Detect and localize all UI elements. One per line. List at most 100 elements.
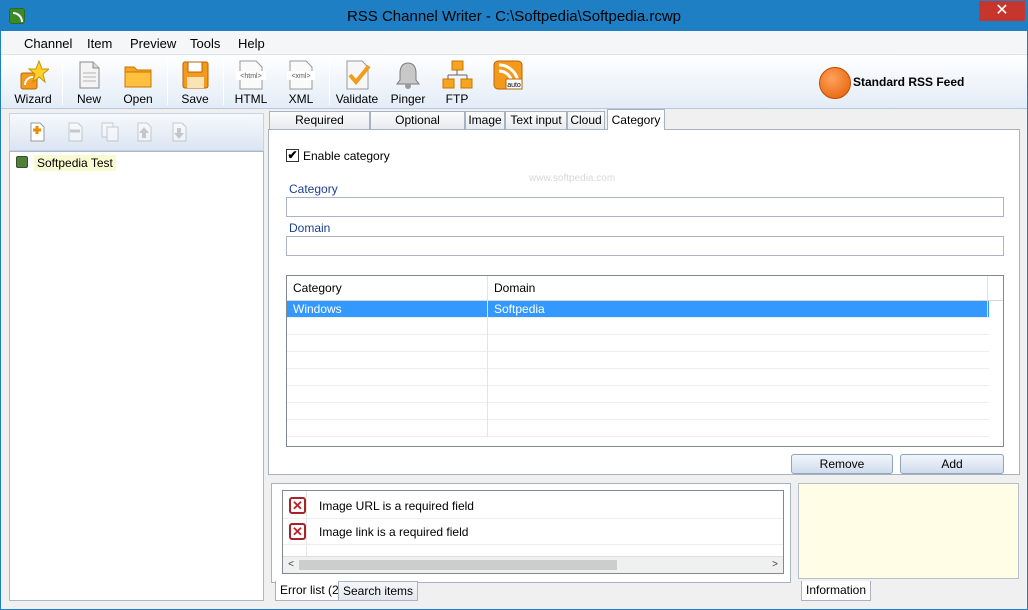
tab-cloud[interactable]: Cloud — [567, 111, 605, 130]
menu-channel[interactable]: Channel — [24, 36, 72, 51]
menu-item[interactable]: Item — [87, 36, 112, 51]
category-field-label: Category — [289, 182, 338, 196]
toolbar-separator — [167, 59, 168, 105]
wizard-label: Wizard — [14, 92, 52, 106]
empty-row — [287, 352, 989, 369]
html-icon: <html> — [236, 60, 266, 90]
empty-row — [287, 386, 989, 403]
channel-tree: Softpedia Test — [9, 151, 264, 601]
open-button[interactable]: Open — [115, 57, 161, 107]
list-item[interactable]: ✕ Image link is a required field — [283, 519, 783, 545]
copy-item-icon[interactable] — [100, 121, 120, 143]
wizard-button[interactable]: Wizard — [9, 57, 57, 107]
remove-button[interactable]: Remove — [791, 454, 893, 474]
menu-help[interactable]: Help — [238, 36, 265, 51]
remove-item-icon[interactable] — [65, 121, 85, 143]
tab-category[interactable]: Category — [607, 109, 665, 130]
tab-search-items[interactable]: Search items — [338, 581, 419, 601]
error-list-pane: ✕ Image URL is a required field ✕ Image … — [271, 483, 791, 583]
title-bar: RSS Channel Writer - C:\Softpedia\Softpe… — [1, 1, 1027, 31]
tree-item-label: Softpedia Test — [34, 155, 116, 171]
tab-information[interactable]: Information — [801, 581, 872, 601]
column-header-domain[interactable]: Domain — [488, 276, 988, 301]
save-button[interactable]: Save — [172, 57, 218, 107]
new-label: New — [76, 92, 101, 106]
tab-required-elements[interactable]: Required elements — [269, 111, 370, 144]
enable-category-label: Enable category — [303, 149, 390, 163]
scroll-right-icon[interactable]: > — [768, 558, 782, 572]
empty-row — [287, 420, 989, 437]
xml-label: XML — [288, 92, 314, 106]
grid-header: Category Domain — [287, 276, 1003, 301]
auto-text: auto — [507, 82, 521, 89]
auto-feed-icon: auto — [493, 60, 523, 90]
move-down-icon[interactable] — [169, 121, 189, 143]
category-panel: ✔ Enable category www.softpedia.com Cate… — [268, 129, 1020, 475]
close-button[interactable]: ✕ — [979, 1, 1025, 21]
pinger-button[interactable]: Pinger — [385, 57, 431, 107]
ftp-button[interactable]: FTP — [435, 57, 479, 107]
category-cell: Windows — [287, 301, 488, 318]
ftp-network-icon — [442, 60, 473, 89]
toolbar-separator — [223, 59, 224, 105]
add-button[interactable]: Add — [900, 454, 1004, 474]
tab-optional-elements[interactable]: Optional elements — [370, 111, 465, 144]
html-label: HTML — [234, 92, 268, 106]
empty-row — [287, 369, 989, 386]
empty-row — [287, 335, 989, 352]
tree-toolbar — [9, 113, 264, 151]
menu-tools[interactable]: Tools — [190, 36, 220, 51]
save-label: Save — [181, 92, 209, 106]
list-item[interactable]: ✕ Image URL is a required field — [283, 493, 783, 519]
open-label: Open — [123, 92, 153, 106]
tab-error-list[interactable]: Error list (2) — [275, 581, 348, 601]
app-window: RSS Channel Writer - C:\Softpedia\Softpe… — [0, 0, 1028, 610]
scroll-left-icon[interactable]: < — [284, 558, 298, 572]
svg-text:<html>: <html> — [240, 73, 261, 80]
empty-row — [287, 403, 989, 420]
open-folder-icon — [124, 66, 152, 88]
table-row[interactable]: Windows Softpedia — [287, 301, 989, 318]
information-pane — [798, 483, 1019, 579]
tab-text-input[interactable]: Text input — [505, 111, 567, 130]
category-field[interactable] — [286, 197, 1004, 217]
new-document-icon — [79, 61, 100, 89]
column-header-category[interactable]: Category — [287, 276, 488, 301]
html-button[interactable]: <html> HTML — [228, 57, 274, 107]
svg-text:<xml>: <xml> — [291, 73, 310, 80]
category-grid: Category Domain Windows Softpedia — [286, 275, 1004, 447]
watermark-text: www.softpedia.com — [529, 173, 616, 184]
error-icon: ✕ — [289, 497, 306, 514]
error-text: Image URL is a required field — [319, 499, 474, 513]
add-item-icon[interactable] — [27, 121, 47, 143]
domain-field-label: Domain — [289, 221, 331, 235]
validate-button[interactable]: Validate — [333, 57, 381, 107]
domain-field[interactable] — [286, 236, 1004, 256]
horizontal-scrollbar[interactable]: < > — [283, 556, 783, 573]
tab-image[interactable]: Image — [465, 111, 505, 130]
rss-feed-icon — [819, 67, 851, 99]
enable-category-checkbox[interactable]: ✔ — [286, 149, 299, 162]
error-list: ✕ Image URL is a required field ✕ Image … — [282, 490, 784, 574]
toolbar-separator — [329, 59, 330, 105]
channel-icon — [16, 156, 28, 168]
xml-button[interactable]: <xml> XML — [278, 57, 324, 107]
error-icon: ✕ — [289, 523, 306, 540]
empty-row — [287, 318, 989, 335]
wizard-star-icon — [20, 59, 49, 90]
xml-icon: <xml> — [287, 60, 315, 90]
ftp-label: FTP — [445, 92, 469, 106]
pinger-label: Pinger — [390, 92, 426, 106]
error-text: Image link is a required field — [319, 525, 469, 539]
new-button[interactable]: New — [67, 57, 111, 107]
scrollbar-thumb[interactable] — [299, 560, 617, 570]
feed-type-label: Standard RSS Feed — [853, 75, 965, 89]
toolbar-separator — [62, 59, 63, 105]
domain-cell: Softpedia — [488, 301, 988, 318]
move-up-icon[interactable] — [134, 121, 154, 143]
validate-check-icon — [346, 60, 371, 90]
auto-feed-button[interactable]: auto — [485, 57, 531, 107]
validate-label: Validate — [335, 92, 379, 106]
save-disk-icon — [182, 61, 209, 89]
menu-preview[interactable]: Preview — [130, 36, 176, 51]
